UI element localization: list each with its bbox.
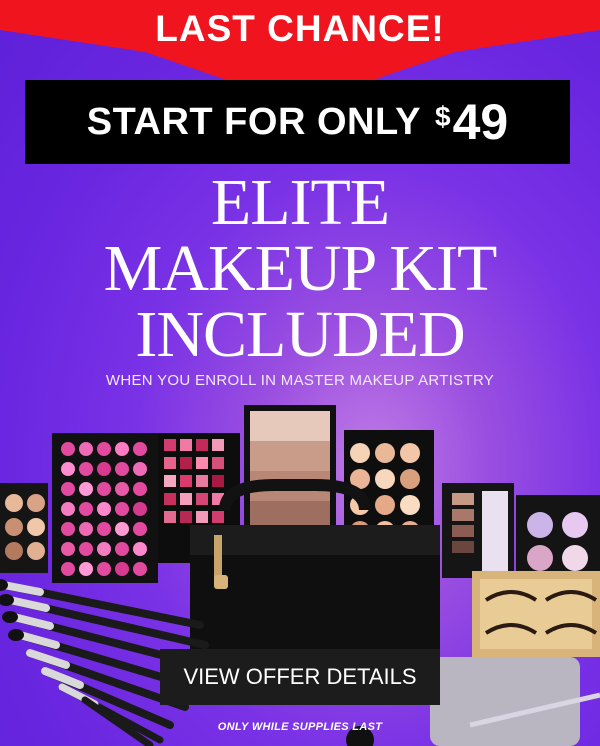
headline: ELITE MAKEUP KIT INCLUDED: [0, 170, 600, 368]
view-offer-details-button[interactable]: VIEW OFFER DETAILS: [160, 649, 440, 705]
price-lead-text: START FOR ONLY: [86, 100, 422, 143]
supplies-footnote: ONLY WHILE SUPPLIES LAST: [217, 721, 383, 733]
headline-line-1: ELITE: [210, 166, 390, 239]
lashes-box: [472, 571, 600, 657]
headline-line-3: INCLUDED: [135, 298, 465, 371]
palette-eye-quad: [442, 483, 514, 578]
headline-line-2: MAKEUP KIT: [103, 232, 498, 305]
price-amount: 49: [452, 94, 509, 150]
price-bar: START FOR ONLY $ 49: [25, 80, 570, 164]
last-chance-text: LAST CHANCE!: [155, 8, 445, 49]
palette-far-left: [0, 483, 48, 573]
price-currency: $: [435, 101, 451, 132]
palette-pink: [52, 433, 158, 583]
enroll-subline: WHEN YOU ENROLL IN MASTER MAKEUP ARTISTR…: [105, 372, 495, 389]
